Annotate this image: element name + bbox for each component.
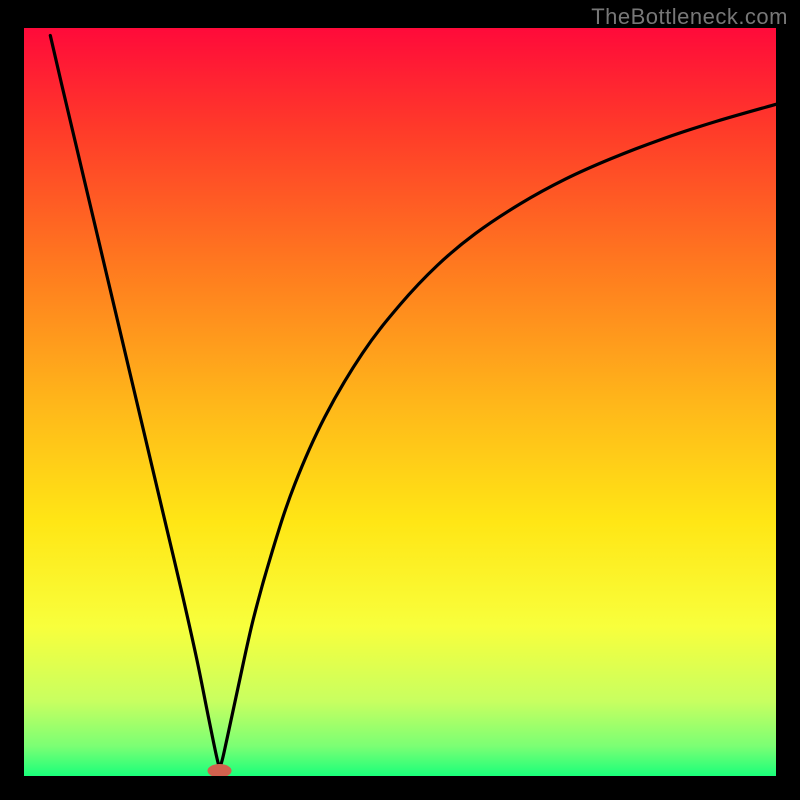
chart-svg (24, 28, 776, 776)
plot-area (24, 28, 776, 776)
watermark-text: TheBottleneck.com (591, 4, 788, 30)
chart-container: TheBottleneck.com (0, 0, 800, 800)
